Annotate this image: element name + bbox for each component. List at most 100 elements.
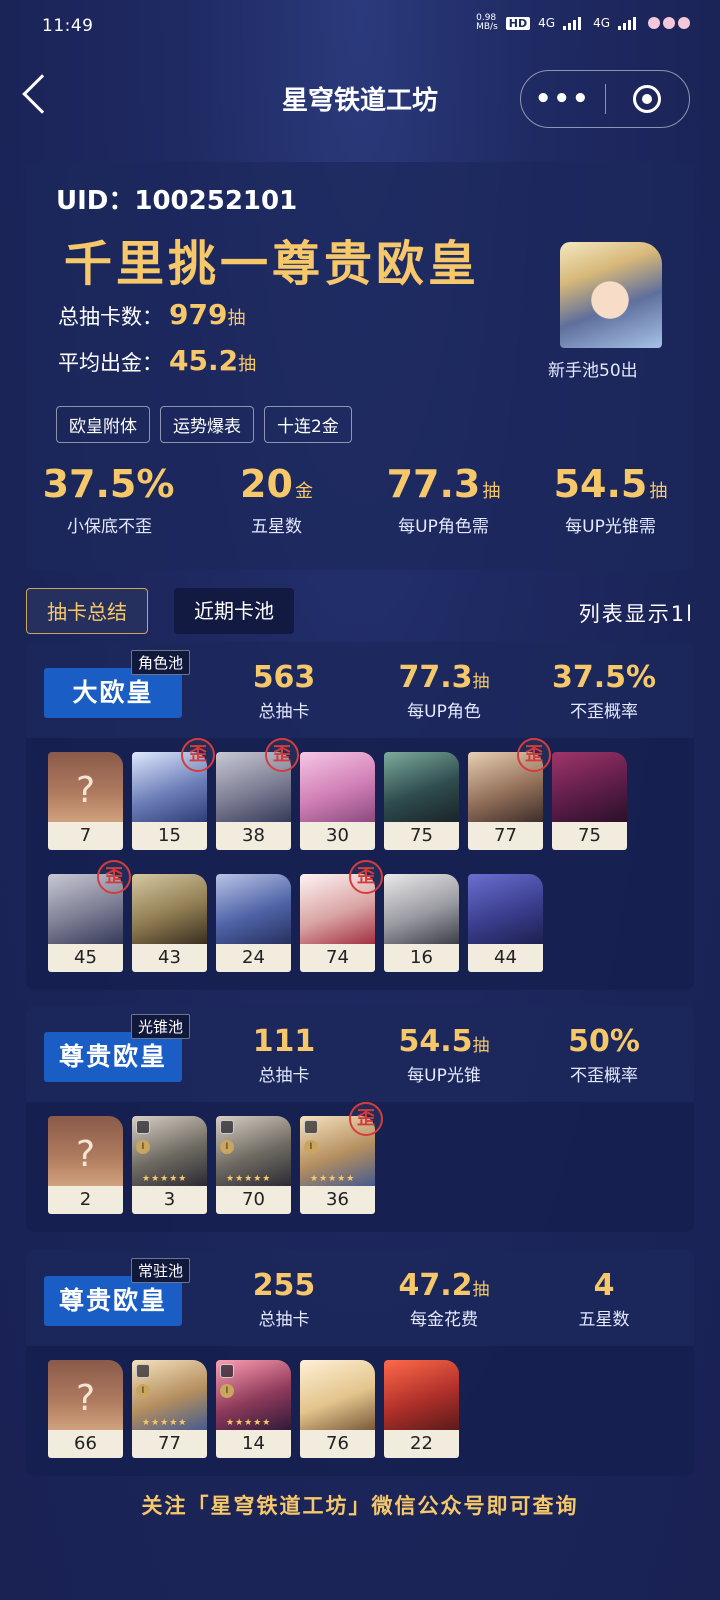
pull-item[interactable]: I ★★★★★ 歪 36	[300, 1102, 383, 1214]
path-icon	[136, 1120, 150, 1134]
tab-bar: 抽卡总结 近期卡池 列表显示1l	[26, 588, 694, 634]
pool-stat: 111 总抽卡	[204, 1024, 364, 1086]
pool-stat: 563 总抽卡	[204, 660, 364, 722]
pool-type-tag: 光锥池	[131, 1014, 191, 1039]
pull-item[interactable]: 75	[384, 752, 459, 850]
stat-no-lose-rate: 37.5% 小保底不歪	[26, 462, 193, 537]
pool-stat-label: 总抽卡	[258, 1066, 310, 1086]
character-portrait	[384, 752, 459, 822]
character-portrait	[132, 874, 207, 944]
footer-note: 关注「星穹铁道工坊」微信公众号即可查询	[141, 1494, 579, 1518]
rarity-stars: ★★★★★	[226, 1418, 272, 1428]
tab-recent-pools[interactable]: 近期卡池	[174, 588, 294, 634]
pull-item[interactable]: 22	[384, 1360, 459, 1458]
stat-unit: 抽	[482, 481, 501, 502]
avg-gold-value: 45.2	[169, 344, 239, 377]
pull-count: 43	[132, 944, 207, 972]
pull-item[interactable]: 44	[468, 874, 543, 972]
stat-per-up-lightcone: 54.5 抽 每UP光锥需	[527, 462, 694, 537]
stat-per-up-character: 77.3 抽 每UP角色需	[360, 462, 527, 537]
summary-stats: 37.5% 小保底不歪 20 金 五星数 77.3 抽 每UP角色需 54.5 抽 每…	[26, 462, 694, 537]
character-portrait	[384, 1360, 459, 1430]
lost-5050-badge: 歪	[349, 860, 383, 894]
pull-grid: ? 2 I ★★★★★ 3 I ★★★★★ 70 I ★★★★★ 歪 36	[48, 1102, 627, 1214]
superimpose-icon: I	[136, 1384, 150, 1398]
pull-item[interactable]: ? 66	[48, 1360, 123, 1458]
total-pulls-value: 979	[169, 298, 228, 331]
stat-five-star-count: 20 金 五星数	[193, 462, 360, 537]
pull-count: 74	[300, 944, 375, 972]
stat-unit: 金	[294, 481, 313, 502]
pool-stat-unit: 抽	[472, 672, 490, 692]
pull-item[interactable]: I ★★★★★ 70	[216, 1116, 291, 1214]
pull-count: 22	[384, 1430, 459, 1458]
network-speed: 0.98 MB/s	[476, 13, 498, 32]
character-portrait	[300, 1360, 375, 1430]
pool-header: 大欧皇 角色池 563 总抽卡 77.3抽 每UP角色 37.5% 不歪概率	[26, 642, 694, 736]
pull-item[interactable]: I ★★★★★ 77	[132, 1360, 207, 1458]
pull-count: 16	[384, 944, 459, 972]
pull-count: 66	[48, 1430, 123, 1458]
pull-count: 2	[48, 1186, 123, 1214]
character-portrait	[300, 752, 375, 822]
total-pulls-label: 总抽卡数：	[58, 305, 163, 329]
superimpose-icon: I	[220, 1384, 234, 1398]
pool-header: 尊贵欧皇 常驻池 255 总抽卡 47.2抽 每金花费 4 五星数	[26, 1250, 694, 1344]
total-pulls-unit: 抽	[227, 308, 246, 329]
pool-stat-value: 563	[252, 660, 316, 695]
lost-5050-badge: 歪	[517, 738, 551, 772]
pool-stat-value: 54.5	[398, 1024, 473, 1059]
tag-item: 欧皇附体	[56, 406, 150, 443]
pull-item[interactable]: 歪 77	[468, 738, 551, 850]
pull-count: 70	[216, 1186, 291, 1214]
pull-item[interactable]: I ★★★★★ 3	[132, 1116, 207, 1214]
pull-item[interactable]: 30	[300, 752, 375, 850]
more-icon[interactable]: •••	[521, 84, 605, 114]
pool-stat-unit: 抽	[472, 1280, 490, 1300]
list-mode-toggle[interactable]: 列表显示1l	[579, 598, 694, 628]
hd-icon: HD	[505, 16, 531, 30]
pull-item[interactable]: 43	[132, 874, 207, 972]
pull-item[interactable]: ? 2	[48, 1116, 123, 1214]
stat-value: 37.5%	[42, 462, 175, 506]
pool-stat-label: 不歪概率	[570, 702, 638, 722]
pull-count: 15	[132, 822, 207, 850]
battery-icon	[648, 17, 690, 29]
pool-stats: 111 总抽卡 54.5抽 每UP光锥 50% 不歪概率	[204, 1024, 684, 1086]
pull-item[interactable]: 歪 38	[216, 738, 299, 850]
character-portrait	[552, 752, 627, 822]
pull-count: 24	[216, 944, 291, 972]
pull-count: 45	[48, 944, 123, 972]
pool-items: ? 2 I ★★★★★ 3 I ★★★★★ 70 I ★★★★★ 歪 36	[26, 1102, 694, 1232]
pull-count: 30	[300, 822, 375, 850]
pull-item[interactable]: 歪 74	[300, 860, 383, 972]
pool-character: 大欧皇 角色池 563 总抽卡 77.3抽 每UP角色 37.5% 不歪概率 ?…	[26, 642, 694, 990]
pool-stat: 4 五星数	[524, 1268, 684, 1330]
pull-item[interactable]: 76	[300, 1360, 375, 1458]
close-miniapp-button[interactable]	[606, 85, 690, 113]
summary-card: UID：100252101 千里挑一尊贵欧皇 总抽卡数： 979抽 平均出金： 45…	[26, 162, 694, 570]
pull-item[interactable]: I ★★★★★ 14	[216, 1360, 291, 1458]
tab-summary[interactable]: 抽卡总结	[26, 588, 148, 634]
pull-item[interactable]: 75	[552, 752, 627, 850]
character-portrait	[216, 874, 291, 944]
pool-stat-label: 每UP角色	[407, 702, 481, 722]
status-icons: 0.98 MB/s HD 4G 4G	[476, 14, 690, 32]
pull-item[interactable]: 歪 45	[48, 860, 131, 972]
pull-item[interactable]: 歪 15	[132, 738, 215, 850]
superimpose-icon: I	[136, 1140, 150, 1154]
pool-stat: 37.5% 不歪概率	[524, 660, 684, 722]
avg-gold-unit: 抽	[238, 354, 257, 375]
rarity-stars: ★★★★★	[310, 1174, 356, 1184]
character-portrait	[468, 874, 543, 944]
path-icon	[220, 1364, 234, 1378]
avatar	[560, 242, 662, 348]
stat-unit: 抽	[649, 481, 668, 502]
lost-5050-badge: 歪	[181, 738, 215, 772]
pull-item[interactable]: ? 7	[48, 752, 123, 850]
pull-item[interactable]: 24	[216, 874, 291, 972]
pull-item[interactable]: 16	[384, 874, 459, 972]
pool-header: 尊贵欧皇 光锥池 111 总抽卡 54.5抽 每UP光锥 50% 不歪概率	[26, 1006, 694, 1100]
signal-icon	[563, 16, 585, 30]
stat-label: 五星数	[251, 517, 302, 537]
